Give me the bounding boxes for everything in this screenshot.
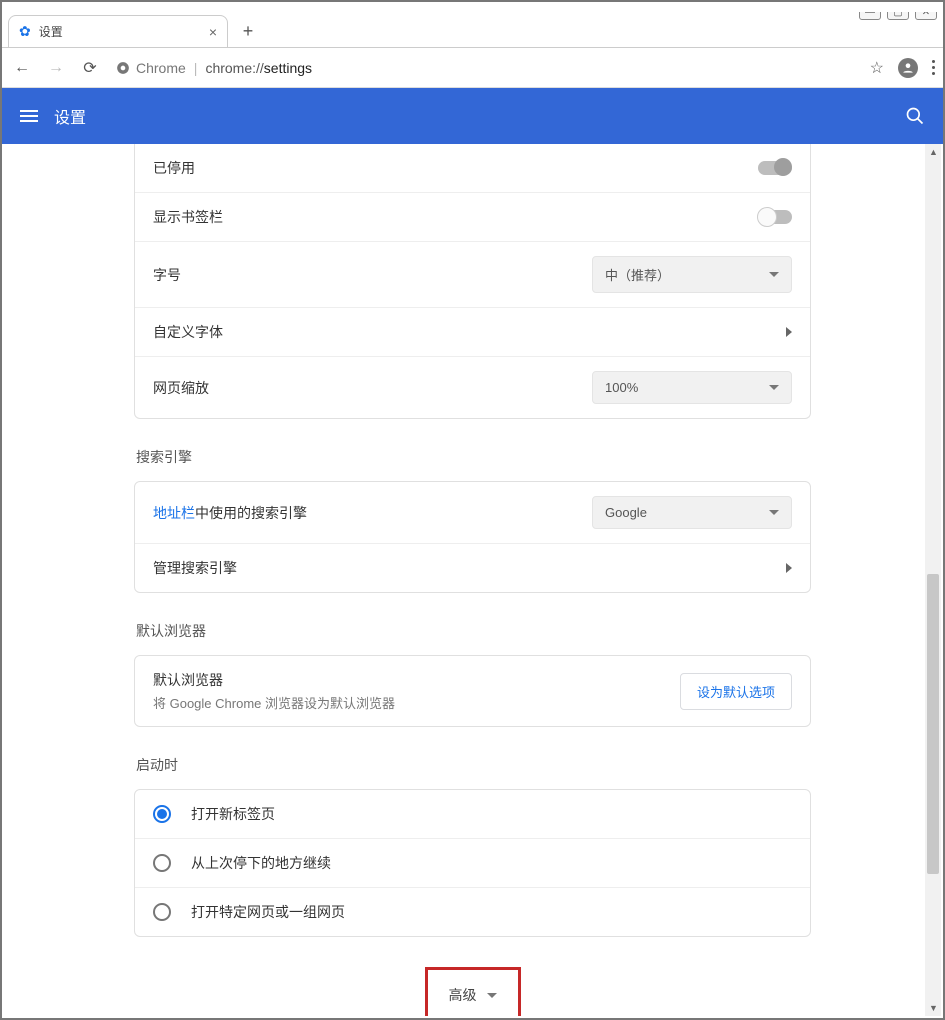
titlebar: [2, 2, 943, 12]
scroll-thumb[interactable]: [927, 574, 939, 874]
select-value: Google: [605, 505, 647, 520]
scroll-down-icon[interactable]: ▼: [929, 1003, 938, 1013]
default-browser-card: 默认浏览器 将 Google Chrome 浏览器设为默认浏览器 设为默认选项: [134, 655, 811, 727]
section-search-engine: 搜索引擎: [136, 447, 811, 467]
row-page-zoom[interactable]: 网页缩放 100%: [135, 356, 810, 418]
omnibox[interactable]: Chrome | chrome://settings: [112, 60, 860, 76]
label: 字号: [153, 265, 592, 285]
select-value: 100%: [605, 380, 638, 395]
address-bar-link[interactable]: 地址栏: [153, 505, 195, 521]
new-tab-button[interactable]: +: [234, 17, 262, 45]
label: 网页缩放: [153, 378, 592, 398]
search-card: 地址栏中使用的搜索引擎 Google 管理搜索引擎: [134, 481, 811, 593]
page-title: 设置: [54, 104, 86, 128]
appearance-card: 已停用 显示书签栏 字号 中（推荐） 自定义字体 网页缩放 100%: [134, 144, 811, 419]
row-search-engine[interactable]: 地址栏中使用的搜索引擎 Google: [135, 482, 810, 543]
advanced-button[interactable]: 高级: [425, 967, 521, 1016]
tab-close-button[interactable]: ×: [209, 24, 217, 40]
profile-avatar[interactable]: [898, 58, 918, 78]
chevron-down-icon: [769, 385, 779, 390]
back-button[interactable]: ←: [10, 59, 34, 77]
bookmark-star-icon[interactable]: ☆: [870, 58, 884, 78]
section-startup: 启动时: [136, 755, 811, 775]
chevron-right-icon: [786, 327, 792, 337]
forward-button[interactable]: →: [44, 59, 68, 77]
label: 高级: [449, 985, 477, 1005]
label: 已停用: [153, 158, 758, 178]
host-label: Chrome: [136, 60, 186, 76]
label: 打开新标签页: [191, 804, 275, 824]
row-disabled[interactable]: 已停用: [135, 144, 810, 192]
chevron-down-icon: [769, 272, 779, 277]
site-info-icon[interactable]: Chrome: [116, 60, 186, 76]
select-value: 中（推荐）: [605, 265, 670, 284]
startup-card: 打开新标签页 从上次停下的地方继续 打开特定网页或一组网页: [134, 789, 811, 937]
tab-strip: ✿ 设置 × +: [2, 12, 943, 48]
reload-button[interactable]: ⟳: [78, 58, 102, 78]
settings-appbar: 设置: [2, 88, 943, 144]
gear-icon: ✿: [19, 23, 31, 40]
label: 从上次停下的地方继续: [191, 853, 331, 873]
label: 自定义字体: [153, 322, 786, 342]
zoom-select[interactable]: 100%: [592, 371, 792, 404]
set-default-button[interactable]: 设为默认选项: [680, 673, 792, 710]
vertical-scrollbar[interactable]: ▲ ▼: [925, 144, 941, 1016]
radio-specific-pages[interactable]: 打开特定网页或一组网页: [135, 887, 810, 936]
radio-icon[interactable]: [153, 854, 171, 872]
label: 默认浏览器: [153, 670, 680, 690]
toggle-disabled[interactable]: [758, 161, 792, 175]
menu-icon[interactable]: [20, 110, 38, 122]
address-bar: ← → ⟳ Chrome | chrome://settings ☆: [2, 48, 943, 88]
radio-continue[interactable]: 从上次停下的地方继续: [135, 838, 810, 887]
font-size-select[interactable]: 中（推荐）: [592, 256, 792, 293]
chevron-down-icon: [487, 993, 497, 998]
radio-icon[interactable]: [153, 903, 171, 921]
scroll-up-icon[interactable]: ▲: [929, 147, 938, 157]
label: 打开特定网页或一组网页: [191, 902, 345, 922]
row-font-size[interactable]: 字号 中（推荐）: [135, 241, 810, 307]
separator: |: [194, 60, 198, 76]
search-icon[interactable]: [905, 106, 925, 126]
tab-title: 设置: [39, 23, 63, 40]
row-default-browser: 默认浏览器 将 Google Chrome 浏览器设为默认浏览器 设为默认选项: [135, 656, 810, 726]
browser-menu-button[interactable]: [932, 60, 935, 75]
chevron-right-icon: [786, 563, 792, 573]
radio-icon[interactable]: [153, 805, 171, 823]
chevron-down-icon: [769, 510, 779, 515]
label: 管理搜索引擎: [153, 558, 786, 578]
browser-tab-settings[interactable]: ✿ 设置 ×: [8, 15, 228, 47]
row-manage-search[interactable]: 管理搜索引擎: [135, 543, 810, 592]
row-custom-fonts[interactable]: 自定义字体: [135, 307, 810, 356]
toggle-bookmarks[interactable]: [758, 210, 792, 224]
url-display: chrome://settings: [205, 60, 312, 76]
label: 显示书签栏: [153, 207, 758, 227]
label: 地址栏中使用的搜索引擎: [153, 503, 592, 523]
section-default-browser: 默认浏览器: [136, 621, 811, 641]
search-engine-select[interactable]: Google: [592, 496, 792, 529]
radio-open-new-tab[interactable]: 打开新标签页: [135, 790, 810, 838]
row-show-bookmarks[interactable]: 显示书签栏: [135, 192, 810, 241]
description: 将 Google Chrome 浏览器设为默认浏览器: [153, 693, 680, 712]
